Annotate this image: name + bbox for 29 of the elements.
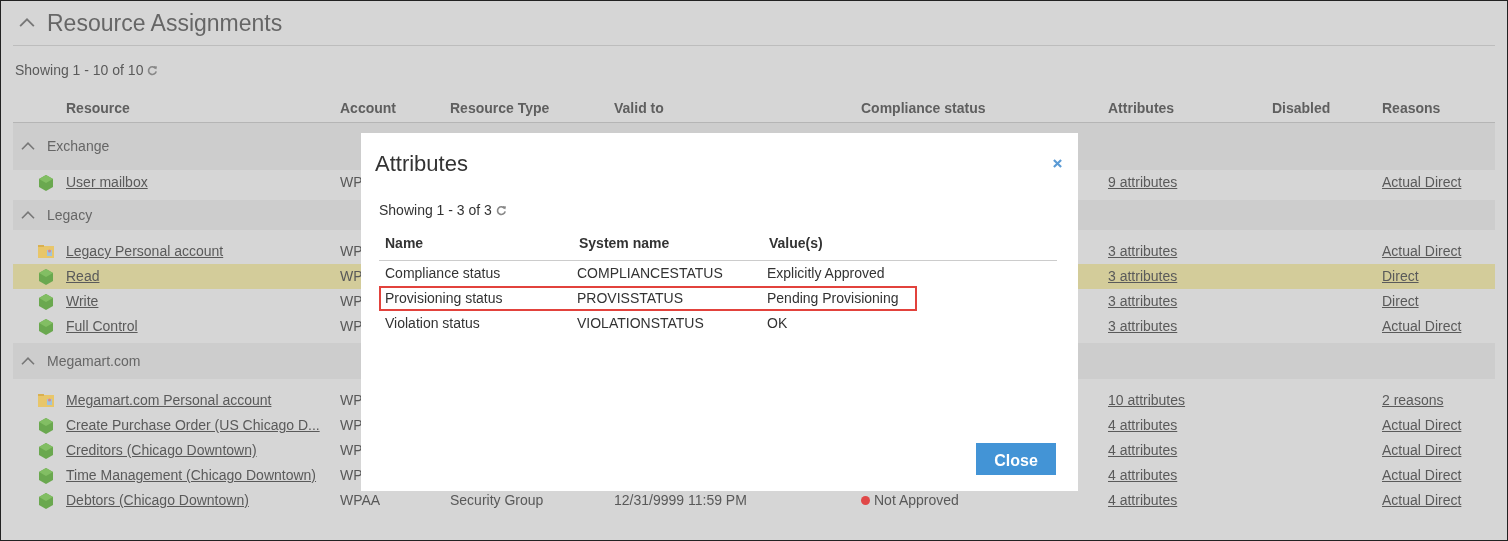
account-cell-text: WP bbox=[340, 242, 363, 261]
table-cell-text: Violation status bbox=[385, 314, 481, 333]
table-cell-text: OK bbox=[767, 314, 789, 333]
table-cell-text: Provisioning status bbox=[385, 289, 504, 308]
group-name: Megamart.com bbox=[47, 351, 141, 371]
account-cell-text: WP bbox=[340, 173, 363, 192]
account-cell-text: WP bbox=[340, 317, 363, 336]
table-cell-text: PROVISSTATUS bbox=[577, 289, 685, 308]
valid-to-cell-text: 12/31/9999 11:59 PM bbox=[614, 491, 747, 510]
resource-type-cell-text: Security Group bbox=[450, 491, 544, 510]
table-cell-text: COMPLIANCESTATUS bbox=[577, 264, 724, 283]
account-cell-text: WP bbox=[340, 292, 363, 311]
account-cell-text: WP bbox=[340, 416, 363, 435]
dialog-title: Attributes bbox=[375, 150, 468, 178]
account-cell-text: WP bbox=[340, 466, 363, 485]
table-cell-text: Compliance status bbox=[385, 264, 502, 283]
showing-count: Showing 1 - 10 of 10 bbox=[15, 60, 144, 80]
panel-title: Resource Assignments bbox=[47, 8, 283, 38]
table-cell-text: Explicitly Approved bbox=[767, 264, 886, 283]
showing-count: Showing 1 - 3 of 3 bbox=[379, 201, 492, 220]
group-name: Legacy bbox=[47, 205, 93, 225]
account-cell-text: WP bbox=[340, 441, 363, 460]
compliance-status: Not Approved bbox=[874, 491, 959, 510]
group-name: Exchange bbox=[47, 137, 110, 156]
account-cell-text: WPAA bbox=[340, 491, 381, 510]
account-cell-text: WP bbox=[340, 267, 363, 286]
table-cell-text: VIOLATIONSTATUS bbox=[577, 314, 705, 333]
account-cell-text: WP bbox=[340, 391, 363, 410]
table-cell-text: Pending Provisioning bbox=[767, 289, 900, 308]
